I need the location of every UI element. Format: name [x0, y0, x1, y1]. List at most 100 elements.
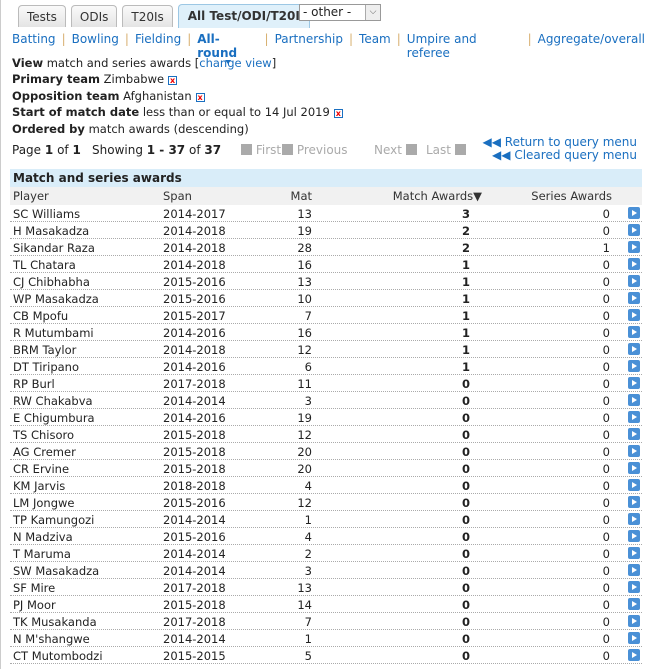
player-name[interactable]: KM Jarvis [13, 479, 65, 493]
next-button[interactable]: Next [374, 143, 417, 157]
remove-icon[interactable]: x [333, 109, 343, 119]
play-arrow-icon[interactable] [628, 428, 640, 440]
match-awards: 0 [461, 428, 470, 442]
play-arrow-icon[interactable] [628, 241, 640, 253]
player-name[interactable]: T Maruma [13, 547, 71, 561]
play-arrow-icon[interactable] [628, 496, 640, 508]
player-name[interactable]: RP Burl [13, 377, 55, 391]
player-name[interactable]: RW Chakabva [13, 394, 93, 408]
play-arrow-icon[interactable] [628, 632, 640, 644]
match-awards: 0 [461, 496, 470, 510]
tab-odis[interactable]: ODIs [70, 5, 118, 27]
match-awards: 0 [461, 394, 470, 408]
play-arrow-icon[interactable] [628, 649, 640, 661]
date-label: Start of match date [12, 105, 140, 120]
col-series-awards[interactable]: Series Awards [531, 189, 612, 203]
nav-team[interactable]: Team [359, 32, 391, 60]
player-name[interactable]: H Masakadza [13, 224, 89, 238]
play-arrow-icon[interactable] [628, 207, 640, 219]
tab-all[interactable]: All Test/ODI/T20I [177, 4, 310, 28]
other-format-select[interactable]: - other - ⌵ [299, 4, 381, 21]
span: 2014-2014 [163, 564, 226, 578]
play-arrow-icon[interactable] [628, 343, 640, 355]
span: 2014-2018 [163, 258, 226, 272]
play-arrow-icon[interactable] [628, 615, 640, 627]
col-span[interactable]: Span [163, 189, 192, 203]
player-name[interactable]: PJ Moor [13, 598, 56, 612]
player-name[interactable]: N M'shangwe [13, 632, 90, 646]
player-name[interactable]: Sikandar Raza [13, 241, 95, 255]
change-view-link[interactable]: change view [199, 56, 271, 70]
table-row: AG Cremer 2015-2018 20 0 0 [10, 443, 642, 460]
play-arrow-icon[interactable] [628, 258, 640, 270]
player-name[interactable]: CT Mutombodzi [13, 649, 103, 663]
nav-aggregate[interactable]: Aggregate/overall [538, 32, 645, 60]
span: 2015-2018 [163, 598, 226, 612]
awards-table: Match and series awards Player Span Mat … [10, 169, 642, 664]
series-awards: 0 [602, 598, 610, 612]
table-row: SC Williams 2014-2017 13 3 0 [10, 205, 642, 222]
player-name[interactable]: SF Mire [13, 581, 55, 595]
player-name[interactable]: CR Ervine [13, 462, 69, 476]
remove-icon[interactable]: x [195, 92, 205, 102]
player-name[interactable]: R Mutumbami [13, 326, 94, 340]
span: 2017-2018 [163, 615, 226, 629]
player-name[interactable]: SW Masakadza [13, 564, 99, 578]
span: 2015-2016 [163, 496, 226, 510]
play-arrow-icon[interactable] [628, 479, 640, 491]
player-name[interactable]: TK Musakanda [13, 615, 97, 629]
player-name[interactable]: TS Chisoro [13, 428, 74, 442]
col-mat[interactable]: Mat [291, 189, 312, 203]
span: 2014-2018 [163, 343, 226, 357]
span: 2014-2016 [163, 411, 226, 425]
matches: 13 [297, 581, 312, 595]
player-name[interactable]: BRM Taylor [13, 343, 76, 357]
match-awards: 0 [461, 530, 470, 544]
match-awards: 1 [461, 343, 470, 357]
previous-button[interactable]: Previous [282, 143, 348, 157]
player-name[interactable]: TL Chatara [13, 258, 76, 272]
player-name[interactable]: E Chigumbura [13, 411, 95, 425]
matches: 16 [297, 326, 312, 340]
player-name[interactable]: DT Tiripano [13, 360, 79, 374]
play-arrow-icon[interactable] [628, 394, 640, 406]
player-name[interactable]: SC Williams [13, 207, 80, 221]
nav-umpire[interactable]: Umpire and referee [407, 32, 522, 60]
tab-tests[interactable]: Tests [18, 5, 66, 27]
play-arrow-icon[interactable] [628, 224, 640, 236]
col-player[interactable]: Player [13, 189, 49, 203]
player-name[interactable]: N Madziva [13, 530, 73, 544]
player-name[interactable]: TP Kamungozi [13, 513, 94, 527]
series-awards: 0 [602, 377, 610, 391]
tab-t20is[interactable]: T20Is [122, 5, 173, 27]
matches: 6 [304, 360, 312, 374]
play-arrow-icon[interactable] [628, 513, 640, 525]
player-name[interactable]: LM Jongwe [13, 496, 74, 510]
table-row: TL Chatara 2014-2018 16 1 0 [10, 256, 642, 273]
player-name[interactable]: CB Mpofu [13, 309, 68, 323]
play-arrow-icon[interactable] [628, 462, 640, 474]
first-button[interactable]: First [241, 143, 281, 157]
player-name[interactable]: WP Masakadza [13, 292, 99, 306]
play-arrow-icon[interactable] [628, 547, 640, 559]
play-arrow-icon[interactable] [628, 309, 640, 321]
play-arrow-icon[interactable] [628, 530, 640, 542]
play-arrow-icon[interactable] [628, 581, 640, 593]
last-button[interactable]: Last [426, 143, 466, 157]
play-arrow-icon[interactable] [628, 377, 640, 389]
player-name[interactable]: CJ Chibhabha [13, 275, 90, 289]
play-arrow-icon[interactable] [628, 598, 640, 610]
player-name[interactable]: AG Cremer [13, 445, 76, 459]
play-arrow-icon[interactable] [628, 326, 640, 338]
play-arrow-icon[interactable] [628, 564, 640, 576]
play-arrow-icon[interactable] [628, 411, 640, 423]
play-arrow-icon[interactable] [628, 292, 640, 304]
play-arrow-icon[interactable] [628, 275, 640, 287]
col-match-awards[interactable]: Match Awards▼ [393, 189, 482, 203]
play-arrow-icon[interactable] [628, 445, 640, 457]
span: 2014-2014 [163, 513, 226, 527]
cleared-query-link[interactable]: ◀◀ Cleared query menu [482, 149, 637, 162]
play-arrow-icon[interactable] [628, 360, 640, 372]
remove-icon[interactable]: x [168, 76, 178, 86]
previous-icon [282, 144, 293, 155]
